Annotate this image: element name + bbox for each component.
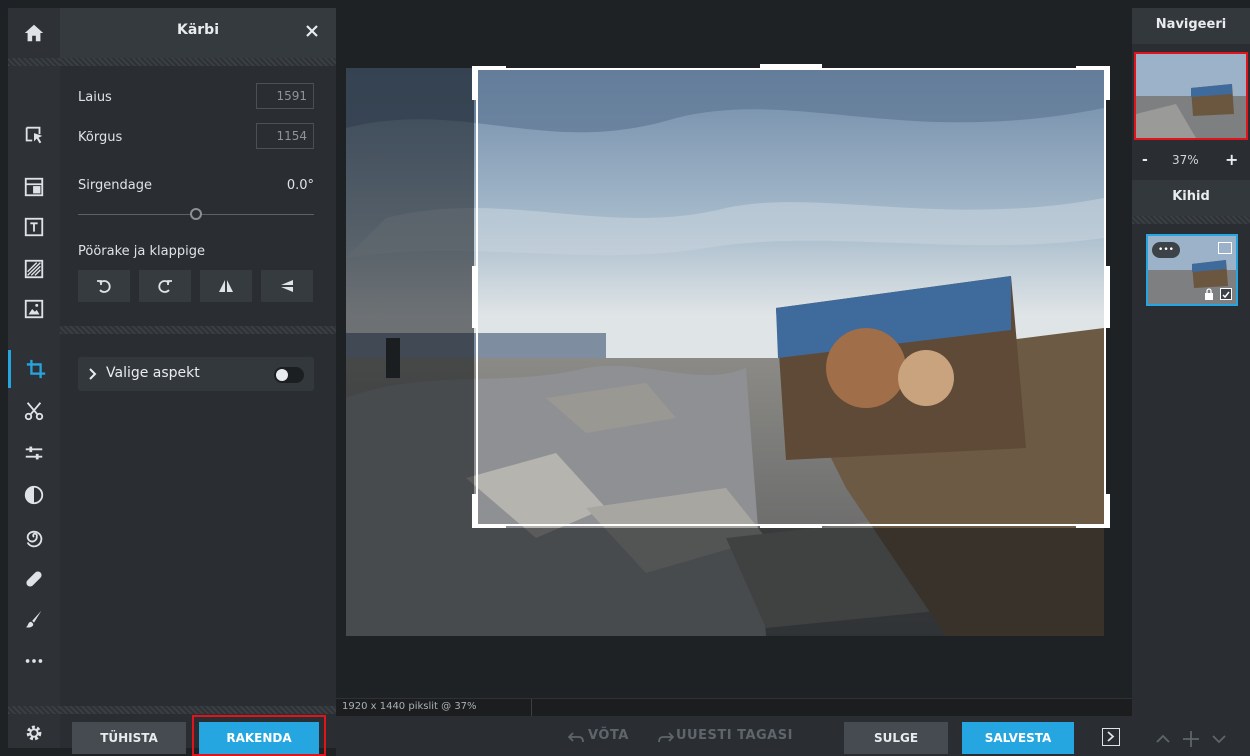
divider xyxy=(8,58,60,66)
navigator-title: Navigeeri xyxy=(1155,17,1227,32)
highlight-box xyxy=(192,715,326,756)
straighten-slider-knob[interactable] xyxy=(190,208,202,220)
divider xyxy=(1132,216,1250,224)
right-panel: Navigeeri - 37% + Kihid ••• xyxy=(1132,8,1250,756)
crop-icon[interactable] xyxy=(8,350,60,388)
panel-header: Kärbi xyxy=(60,8,336,58)
chevron-down-icon[interactable] xyxy=(1212,734,1226,744)
adjust-icon[interactable] xyxy=(8,434,60,472)
height-label: Kõrgus xyxy=(78,130,123,145)
crop-handle-top-right[interactable] xyxy=(1106,66,1110,100)
chevron-up-icon[interactable] xyxy=(1156,734,1170,744)
text-icon[interactable] xyxy=(8,208,60,246)
width-label: Laius xyxy=(78,90,112,105)
save-button[interactable]: SALVESTA xyxy=(962,722,1074,754)
layer-image-icon xyxy=(1218,242,1232,254)
expand-panel-icon[interactable] xyxy=(1102,728,1120,746)
divider xyxy=(531,699,532,717)
aspect-toggle[interactable] xyxy=(274,367,304,383)
panel-title: Kärbi xyxy=(176,22,220,38)
rotate-right-button[interactable] xyxy=(139,270,191,302)
straighten-label: Sirgendage xyxy=(78,178,152,193)
redo-button[interactable]: UUESTI TAGASI xyxy=(676,728,793,743)
layer-actions xyxy=(1132,722,1250,756)
tool-sidebar xyxy=(8,8,60,748)
aspect-toggle-row[interactable]: Valige aspekt xyxy=(78,357,314,391)
width-field[interactable]: 1591 xyxy=(256,83,314,109)
status-bar: 1920 x 1440 pikslit @ 37% xyxy=(336,698,1132,717)
layers-panel-icon[interactable] xyxy=(8,168,60,206)
image-icon[interactable] xyxy=(8,290,60,328)
zoom-in-button[interactable]: + xyxy=(1225,150,1238,169)
crop-panel: Kärbi Laius 1591 Kõrgus 1154 Sirgendage … xyxy=(60,8,336,748)
crop-handle-bottom-left[interactable] xyxy=(472,524,506,528)
crop-handle-bottom-left[interactable] xyxy=(472,494,476,528)
crop-box[interactable] xyxy=(476,68,1106,526)
layer-thumbnail[interactable]: ••• xyxy=(1146,234,1238,306)
crop-handle-left[interactable] xyxy=(472,266,476,328)
redo-icon xyxy=(658,732,674,743)
rotate-right-icon xyxy=(158,280,172,293)
settings-icon[interactable] xyxy=(8,714,60,752)
zoom-out-button[interactable]: - xyxy=(1142,152,1148,168)
crop-handle-top-right[interactable] xyxy=(1076,66,1110,70)
flip-horizontal-button[interactable] xyxy=(200,270,252,302)
rotate-left-button[interactable] xyxy=(78,270,130,302)
crop-handle-top[interactable] xyxy=(760,64,822,68)
rotate-left-icon xyxy=(97,280,111,293)
navigator-thumbnail[interactable] xyxy=(1134,52,1248,140)
crop-handle-bottom-right[interactable] xyxy=(1076,524,1110,528)
flip-vertical-button[interactable] xyxy=(261,270,313,302)
action-bar: VÕTA UUESTI TAGASI SULGE SALVESTA xyxy=(336,716,1132,756)
navigator-header: Navigeeri xyxy=(1132,8,1250,44)
lock-icon[interactable] xyxy=(1204,288,1214,300)
crop-handle-bottom[interactable] xyxy=(760,524,822,528)
add-layer-icon[interactable] xyxy=(1182,730,1200,748)
close-button[interactable]: SULGE xyxy=(844,722,948,754)
layer-more-button[interactable]: ••• xyxy=(1152,242,1180,258)
chevron-right-icon xyxy=(89,368,97,380)
crop-handle-top-left[interactable] xyxy=(472,66,506,70)
zoom-row: - 37% + xyxy=(1132,146,1250,176)
cut-icon[interactable] xyxy=(8,392,60,430)
layers-title: Kihid xyxy=(1172,189,1210,204)
toggle-knob xyxy=(276,369,288,381)
select-icon[interactable] xyxy=(8,116,60,154)
aspect-label: Valige aspekt xyxy=(106,365,200,381)
layers-header: Kihid xyxy=(1132,180,1250,216)
flip-vertical-icon xyxy=(281,280,293,292)
undo-button[interactable]: VÕTA xyxy=(588,728,629,743)
undo-icon xyxy=(568,732,584,743)
divider xyxy=(8,706,60,714)
crop-handle-right[interactable] xyxy=(1106,266,1110,328)
crop-handle-bottom-right[interactable] xyxy=(1106,494,1110,528)
filter-icon[interactable] xyxy=(8,476,60,514)
rotate-flip-label: Pöörake ja klappige xyxy=(78,244,205,259)
zoom-value: 37% xyxy=(1172,153,1199,167)
divider xyxy=(60,326,336,334)
swirl-icon[interactable] xyxy=(8,518,60,556)
home-icon[interactable] xyxy=(8,14,60,52)
more-icon[interactable] xyxy=(8,642,60,680)
divider xyxy=(60,58,336,66)
layer-visible-checkbox[interactable] xyxy=(1220,288,1232,300)
heal-icon[interactable] xyxy=(8,560,60,598)
divider xyxy=(60,706,336,714)
close-icon[interactable] xyxy=(302,21,322,41)
crop-handle-top-left[interactable] xyxy=(472,66,476,100)
height-field[interactable]: 1154 xyxy=(256,123,314,149)
brush-icon[interactable] xyxy=(8,600,60,638)
flip-horizontal-icon xyxy=(219,280,233,292)
cancel-button[interactable]: TÜHISTA xyxy=(72,722,186,754)
image-size-status: 1920 x 1440 pikslit @ 37% xyxy=(342,701,477,712)
pattern-icon[interactable] xyxy=(8,250,60,288)
straighten-value: 0.0° xyxy=(286,178,314,193)
